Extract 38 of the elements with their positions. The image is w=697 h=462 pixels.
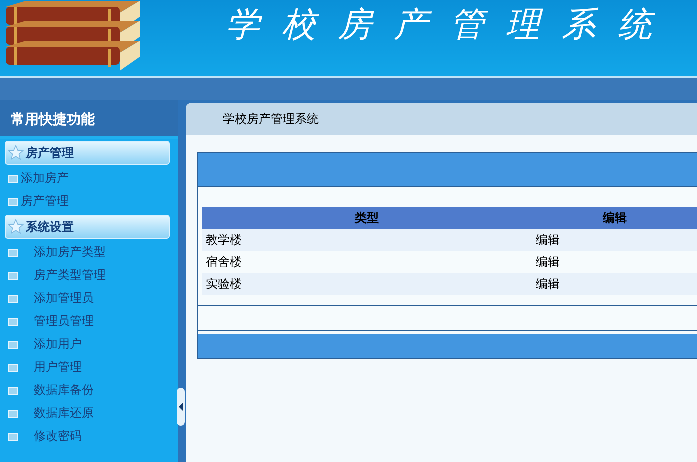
- bullet-icon: [8, 410, 18, 418]
- bullet-icon: [8, 174, 18, 182]
- table-cell: 宿舍楼: [202, 251, 532, 273]
- collapse-handle[interactable]: [177, 388, 185, 426]
- sidebar-link[interactable]: 添加房产: [21, 170, 69, 187]
- edit-link[interactable]: 编辑: [532, 229, 697, 251]
- column-header: 编辑: [532, 207, 697, 229]
- bullet-icon: [8, 294, 18, 302]
- bullet-icon: [8, 364, 18, 372]
- sidebar-link[interactable]: 用户管理: [34, 359, 82, 376]
- bullet-icon: [8, 198, 18, 206]
- sidebar-group-header[interactable]: 系统设置: [5, 215, 170, 239]
- sidebar-link[interactable]: 数据库备份: [34, 382, 94, 399]
- sidebar-link[interactable]: 房产管理: [21, 193, 69, 210]
- star-icon: [8, 219, 24, 235]
- sidebar-title: 常用快捷功能: [0, 100, 178, 139]
- bullet-icon: [8, 318, 18, 326]
- edit-link[interactable]: 编辑: [532, 251, 697, 273]
- sidebar-link[interactable]: 添加房产类型: [34, 244, 106, 261]
- bullet-icon: [8, 340, 18, 348]
- edit-link[interactable]: 编辑: [532, 273, 697, 295]
- sidebar-link[interactable]: 房产类型管理: [34, 267, 106, 284]
- bullet-icon: [8, 272, 18, 280]
- table-cell: 实验楼: [202, 273, 532, 295]
- column-header: 类型: [202, 207, 532, 229]
- site-title: 学校房产管理系统: [226, 4, 674, 47]
- bullet-icon: [8, 248, 18, 256]
- bullet-icon: [8, 386, 18, 394]
- star-icon: [8, 145, 24, 161]
- breadcrumb-text: 学校房产管理系统: [223, 110, 319, 128]
- sidebar-link[interactable]: 管理员管理: [34, 313, 94, 330]
- sidebar-link[interactable]: 添加管理员: [34, 290, 94, 307]
- sidebar-link[interactable]: 数据库还原: [34, 405, 94, 422]
- sidebar-group-header[interactable]: 房产管理: [5, 141, 170, 165]
- sidebar-link[interactable]: 添加用户: [34, 336, 82, 353]
- table-cell: 教学楼: [202, 229, 532, 251]
- bullet-icon: [8, 432, 18, 440]
- sidebar-link[interactable]: 修改密码: [34, 428, 82, 445]
